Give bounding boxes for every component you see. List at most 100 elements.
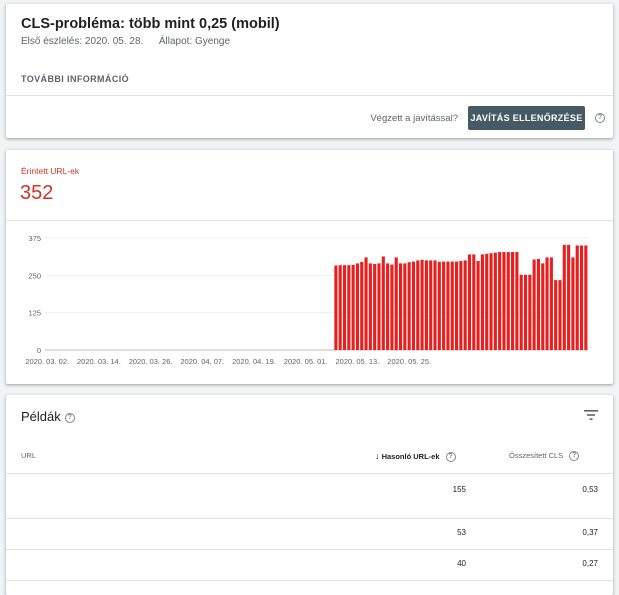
chart-bar[interactable] [394, 257, 398, 350]
chart-bar[interactable] [567, 244, 571, 350]
filter-icon[interactable] [584, 409, 598, 421]
divider [6, 473, 613, 474]
chart-bar[interactable] [502, 252, 506, 350]
chart-bar[interactable] [403, 263, 407, 350]
x-tick-label: 2020. 04. 07. [180, 357, 224, 366]
column-header-url[interactable]: URL [21, 451, 36, 460]
chart-bar[interactable] [584, 245, 588, 350]
chart-bar[interactable] [459, 261, 463, 350]
chart-bar[interactable] [545, 257, 549, 350]
help-icon[interactable]: ? [445, 452, 456, 463]
chart-bar[interactable] [511, 252, 515, 350]
chart-bar[interactable] [571, 257, 575, 350]
examples-title: Példák? [21, 409, 75, 424]
chart-bar[interactable] [364, 257, 368, 350]
first-detected-label: Első észlelés: [21, 36, 83, 47]
chart-bar[interactable] [429, 260, 433, 350]
chart-bar[interactable] [381, 256, 385, 350]
chart-bar[interactable] [519, 274, 523, 350]
chart-bar[interactable] [377, 263, 381, 350]
status-value: Gyenge [195, 36, 231, 47]
chart-bar[interactable] [463, 260, 467, 350]
affected-urls-count: 352 [20, 182, 54, 204]
status-label: Állapot: [158, 36, 193, 47]
chart-bar[interactable] [541, 263, 545, 350]
chart-bar[interactable] [360, 261, 364, 350]
chart-bar[interactable] [347, 265, 351, 350]
issue-title: CLS-probléma: több mint 0,25 (mobil) [21, 16, 280, 32]
chart-bar[interactable] [446, 261, 450, 350]
help-icon[interactable]: ? [64, 412, 75, 423]
examples-title-text: Példák [21, 409, 61, 424]
x-tick-label: 2020. 03. 02. [25, 357, 69, 366]
issue-meta: Első észlelés: 2020. 05. 28. Állapot: Gy… [21, 36, 230, 47]
chart-bar[interactable] [442, 261, 446, 350]
chart-bar[interactable] [549, 257, 553, 350]
chart-bar[interactable] [416, 260, 420, 350]
chart-bar[interactable] [390, 264, 394, 350]
chart-bar[interactable] [579, 245, 584, 350]
chart-bar[interactable] [485, 253, 489, 350]
chart-card: Érintett URL-ek 352 0 125 250 375 2020. 03. … [6, 150, 613, 384]
chart-bar[interactable] [506, 252, 510, 350]
chart-bar[interactable] [433, 260, 437, 350]
chart-bar[interactable] [554, 280, 558, 350]
chart-bar[interactable] [472, 254, 476, 350]
chart-bar[interactable] [355, 263, 359, 350]
chart-bar[interactable] [373, 263, 377, 350]
column-header-cls[interactable]: Összesített CLS? [509, 451, 580, 462]
chart-bar[interactable] [515, 252, 519, 350]
chart-bar[interactable] [536, 258, 540, 350]
x-tick-label: 2020. 05. 01. [284, 357, 328, 366]
help-icon[interactable]: ? [569, 451, 580, 462]
divider [6, 220, 613, 221]
row-3-similar: 40 [457, 559, 466, 568]
chart-bar[interactable] [455, 261, 459, 350]
chart-bar[interactable] [528, 274, 532, 350]
chart-bar[interactable] [562, 244, 566, 350]
row-1-similar: 155 [452, 485, 466, 494]
done-question: Végzett a javítással? [370, 113, 458, 124]
table-row-divider [6, 518, 613, 519]
chart-bar[interactable] [411, 261, 416, 350]
chart-bar[interactable] [342, 265, 347, 350]
chart-bar[interactable] [351, 264, 355, 350]
chart-bar[interactable] [498, 252, 502, 350]
column-header-cls-label: Összesített CLS [509, 451, 564, 460]
chart-bar[interactable] [420, 259, 424, 350]
table-row-divider [6, 549, 613, 550]
column-header-similar-label: Hasonló URL-ek [381, 452, 440, 461]
chart-bar[interactable] [480, 254, 484, 350]
chart-bar[interactable] [558, 280, 562, 350]
chart-bar[interactable] [386, 263, 390, 350]
chart-bar[interactable] [407, 262, 411, 350]
x-tick-label: 2020. 03. 26. [129, 357, 173, 366]
chart-bar[interactable] [368, 263, 372, 350]
arrow-down-icon: ↓ [375, 451, 380, 461]
chart-bar[interactable] [489, 253, 493, 350]
row-1-cls: 0,53 [582, 485, 598, 494]
chart-bar[interactable] [523, 274, 528, 350]
chart-bar[interactable] [493, 252, 497, 350]
chart-bar[interactable] [467, 254, 472, 350]
chart-bar[interactable] [334, 265, 338, 350]
more-info-link[interactable]: TOVÁBBI INFORMÁCIÓ [21, 74, 129, 84]
chart-bar[interactable] [450, 261, 454, 350]
chart-bar[interactable] [476, 261, 480, 350]
chart-bar[interactable] [398, 263, 403, 350]
affected-urls-label: Érintett URL-ek [21, 166, 80, 176]
row-2-similar: 53 [457, 528, 466, 537]
y-tick-label: 375 [28, 234, 41, 243]
validate-fix-button[interactable]: JAVÍTÁS ELLENŐRZÉSE [468, 106, 585, 130]
chart-bar[interactable] [338, 265, 342, 350]
chart-bar[interactable] [424, 260, 428, 350]
examples-card: Példák? URL ↓ Hasonló URL-ek? Összesítet… [6, 395, 613, 595]
row-3-cls: 0,27 [582, 559, 598, 568]
y-tick-label: 0 [37, 346, 41, 355]
chart-bar[interactable] [437, 261, 441, 350]
column-header-similar[interactable]: ↓ Hasonló URL-ek? [375, 451, 456, 463]
chart-bar[interactable] [532, 259, 536, 351]
chart-bar[interactable] [575, 245, 579, 350]
table-row-divider [6, 580, 613, 581]
help-icon[interactable]: ? [595, 113, 605, 123]
